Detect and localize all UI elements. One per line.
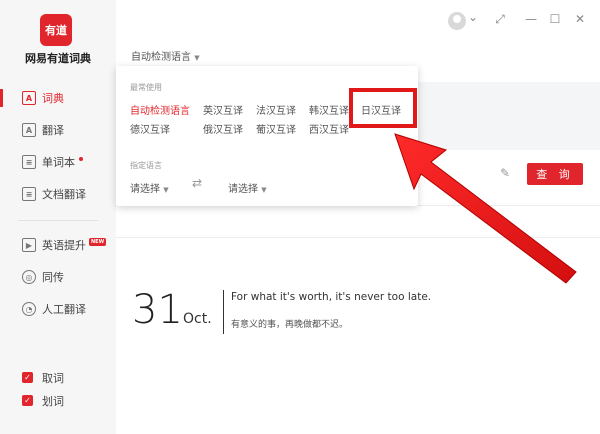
sidebar-item-wordbook[interactable]: ≡ 单词本: [0, 150, 116, 174]
close-icon[interactable]: ✕: [573, 12, 587, 26]
sidebar-item-human-translate[interactable]: ◔ 人工翻译: [0, 297, 116, 321]
sidebar: 有道 网易有道词典 A 词典 A 翻译 ≡ 单词本 ≡ 文档翻译 ▶ 英语提升 N…: [0, 0, 116, 434]
date-month: Oct.: [183, 311, 212, 327]
checkbox-select-word[interactable]: ✓: [22, 395, 33, 406]
target-language-select[interactable]: 请选择 ▼: [228, 180, 267, 195]
edit-icon[interactable]: ✎: [500, 166, 510, 180]
notification-dot: [79, 157, 83, 161]
sidebar-item-label: 单词本: [42, 154, 83, 170]
sidebar-item-document-translate[interactable]: ≡ 文档翻译: [0, 182, 116, 206]
option-ko-zh[interactable]: 韩汉互译: [309, 102, 349, 117]
daily-quote-english: For what it's worth, it's never too late…: [231, 291, 432, 303]
document-icon: ≡: [22, 187, 36, 201]
option-fr-zh[interactable]: 法汉互译: [256, 102, 296, 117]
sidebar-item-english-boost[interactable]: ▶ 英语提升 NEW: [0, 233, 116, 257]
option-auto-detect[interactable]: 自动检测语言: [130, 102, 190, 117]
sidebar-item-label: 同传: [42, 271, 64, 284]
annotation-highlight-box: [349, 88, 417, 128]
checkbox-pick-word-label: 取词: [42, 372, 64, 385]
new-badge: NEW: [89, 238, 107, 246]
annotation-arrow-shape: [394, 133, 577, 284]
human-translate-icon: ◔: [22, 302, 36, 316]
dictionary-icon: A: [22, 91, 36, 105]
option-de-zh[interactable]: 德汉互译: [130, 121, 170, 136]
language-select[interactable]: 自动检测语言 ▼: [131, 48, 200, 63]
sidebar-divider: [18, 220, 98, 221]
language-dropdown-panel: 最常使用 自动检测语言 英汉互译 法汉互译 韩汉互译 日汉互译 德汉互译 俄汉互…: [116, 66, 418, 206]
swap-icon[interactable]: ⇄: [192, 176, 202, 190]
option-en-zh[interactable]: 英汉互译: [203, 102, 243, 117]
sidebar-item-interpret[interactable]: ◎ 同传: [0, 265, 116, 289]
sidebar-item-translate[interactable]: A 翻译: [0, 118, 116, 142]
sidebar-item-label: 英语提升 NEW: [42, 238, 107, 252]
chevron-down-icon[interactable]: ⌄: [466, 10, 480, 24]
sidebar-item-label: 文档翻译: [42, 188, 86, 201]
wordbook-icon: ≡: [22, 155, 36, 169]
option-es-zh[interactable]: 西汉互译: [309, 121, 349, 136]
checkbox-select-word-label: 划词: [42, 395, 64, 408]
minimize-icon[interactable]: —: [524, 12, 538, 26]
translate-icon: A: [22, 123, 36, 137]
caret-down-icon: ▼: [163, 186, 169, 194]
sidebar-item-dictionary[interactable]: A 词典: [0, 86, 116, 110]
sidebar-item-label: 人工翻译: [42, 303, 86, 316]
divider-line: [116, 237, 600, 238]
interpret-icon: ◎: [22, 270, 36, 284]
mini-mode-icon[interactable]: ⤢: [493, 12, 507, 27]
caret-down-icon: ▼: [261, 186, 267, 194]
caret-down-icon: ▼: [194, 54, 200, 62]
date-day: 31: [132, 287, 183, 333]
user-avatar[interactable]: [448, 12, 466, 30]
source-language-select[interactable]: 请选择 ▼: [130, 180, 169, 195]
option-pt-zh[interactable]: 葡汉互译: [256, 121, 296, 136]
specify-language-label: 指定语言: [130, 161, 162, 170]
sidebar-item-label: 词典: [42, 92, 64, 105]
checkbox-pick-word[interactable]: ✓: [22, 372, 33, 383]
query-button[interactable]: 查 询: [527, 163, 583, 185]
option-ru-zh[interactable]: 俄汉互译: [203, 121, 243, 136]
play-icon: ▶: [22, 238, 36, 252]
frequent-label: 最常使用: [130, 83, 162, 92]
daily-quote-chinese: 有意义的事，再晚做都不迟。: [231, 320, 349, 330]
app-name: 网易有道词典: [25, 52, 91, 65]
date-divider: [223, 290, 224, 334]
sidebar-item-label: 翻译: [42, 124, 64, 137]
maximize-icon[interactable]: ☐: [548, 12, 562, 26]
app-logo: 有道: [40, 14, 72, 46]
